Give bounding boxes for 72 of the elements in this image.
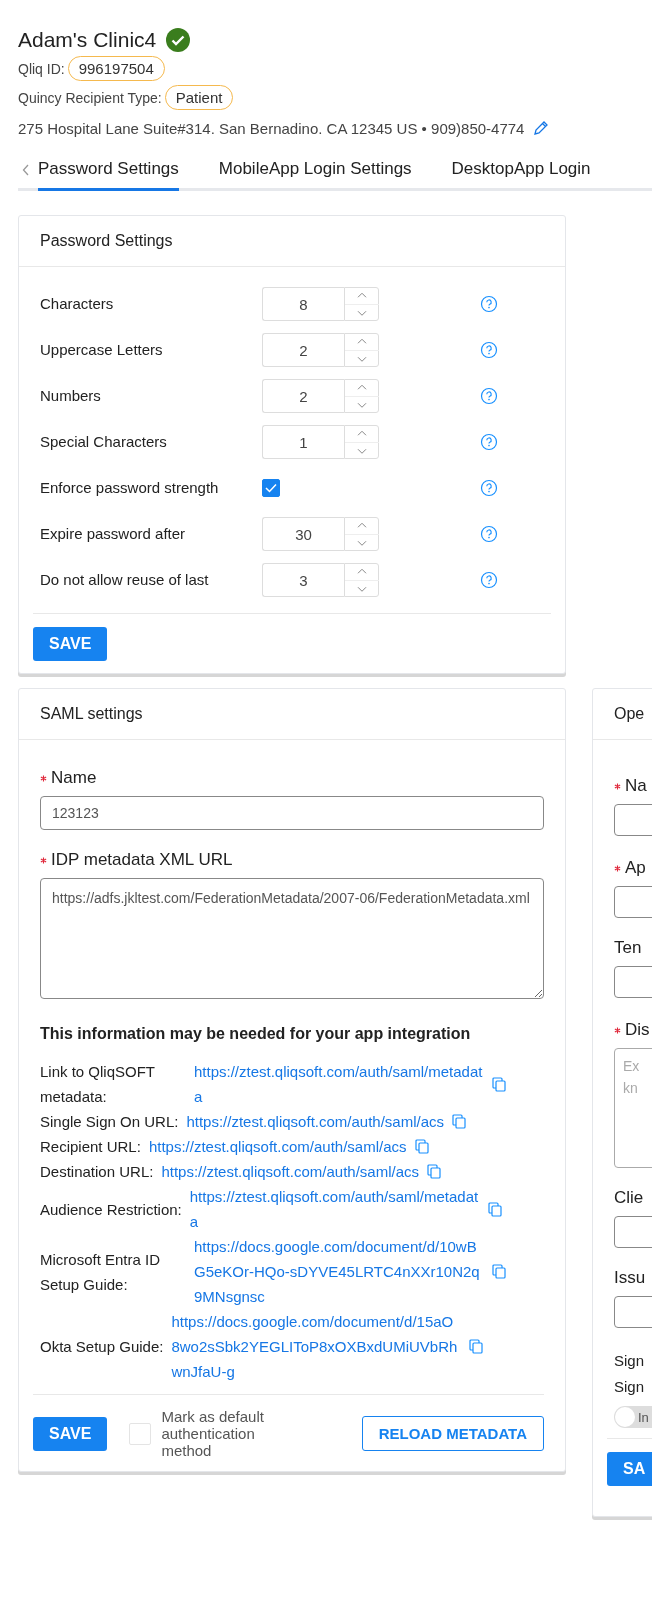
checkmark-icon xyxy=(265,483,277,493)
reload-metadata-button[interactable]: RELOAD METADATA xyxy=(361,1416,544,1451)
field-label: Na xyxy=(625,776,647,796)
number-field[interactable]: 30 xyxy=(262,517,344,551)
save-button[interactable]: SAVE xyxy=(33,627,108,661)
link-label: Okta Setup Guide: xyxy=(40,1337,164,1357)
link-label: Single Sign On URL: xyxy=(40,1112,179,1132)
url-link[interactable]: https://ztest.qliqsoft.com/auth/saml/acs xyxy=(161,1159,419,1184)
field-label: Clie xyxy=(614,1188,644,1208)
tab[interactable]: DesktopApp Login xyxy=(451,151,591,191)
info-heading: This information may be needed for your app integration xyxy=(40,1025,472,1043)
field-label: Issu xyxy=(614,1268,646,1288)
chevron-left-icon[interactable] xyxy=(22,163,30,176)
help-icon[interactable] xyxy=(480,525,498,543)
help-icon[interactable] xyxy=(480,479,498,497)
field-label: IDP metadata XML URL xyxy=(51,850,233,870)
help-icon[interactable] xyxy=(480,571,498,589)
checkbox-label: Mark as default authentication method xyxy=(161,1408,265,1459)
help-icon[interactable] xyxy=(480,341,498,359)
field-label: Dis xyxy=(625,1020,650,1040)
checkbox[interactable] xyxy=(262,479,280,497)
copy-icon[interactable] xyxy=(469,1339,484,1354)
setting-label: Sign xyxy=(614,1351,646,1371)
setting-label: Uppercase Letters xyxy=(40,340,164,360)
copy-icon[interactable] xyxy=(487,1201,502,1217)
field-label: Ten xyxy=(614,938,642,958)
setting-label: Expire password after xyxy=(40,524,187,544)
url-link[interactable]: https://ztest.qliqsoft.com/auth/saml/acs xyxy=(148,1134,407,1159)
help-icon[interactable] xyxy=(480,295,498,313)
number-field[interactable]: 3 xyxy=(262,563,344,597)
url-link[interactable]: https://ztest.qliqsoft.com/auth/saml/acs xyxy=(186,1109,444,1134)
setting-label: Do not allow reuse of last xyxy=(40,570,210,590)
setting-label: Enforce password strength xyxy=(40,478,220,498)
setting-label: Sign xyxy=(614,1377,646,1397)
clinic-title: Adam's Clinic4 xyxy=(18,28,157,52)
copy-icon[interactable] xyxy=(414,1139,429,1154)
link-label: Microsoft Entra ID Setup Guide: xyxy=(40,1249,162,1295)
field-label: Ap xyxy=(625,858,646,878)
help-icon[interactable] xyxy=(480,433,498,451)
url-link[interactable]: https://docs.google.com/document/d/15aO8wo2sSbk2YEGLIToP8xOXBxdUMiUVbRhwnJfaU-g xyxy=(171,1309,462,1384)
metadata-url-field[interactable]: https://adfs.jkltest.com/FederationMetadata/2007-06/FederationMetadata.xml xyxy=(40,878,544,999)
qliq-id-label: Qliq ID: xyxy=(18,60,65,77)
tab[interactable]: MobileApp Login Settings xyxy=(218,151,412,191)
number-field[interactable]: 8 xyxy=(262,287,344,321)
copy-icon[interactable] xyxy=(492,1264,506,1279)
card-title: SAML settings xyxy=(19,689,565,740)
address-text: 275 Hospital Lane Suite#314. San Bernadino. CA 12345 US • 909)850-4774 xyxy=(18,120,525,137)
name-field[interactable]: 123123 xyxy=(40,796,544,830)
setting-label: Characters xyxy=(40,294,115,314)
copy-icon[interactable] xyxy=(452,1114,466,1129)
help-icon[interactable] xyxy=(480,387,498,405)
number-field[interactable]: 1 xyxy=(262,425,344,459)
field-label: Name xyxy=(51,768,97,788)
link-label: Destination URL: xyxy=(40,1162,154,1182)
url-link[interactable]: https://docs.google.com/document/d/10wBG5eKOr-HQo-sDYVE45LRTC4nXXr10N2q9MNsgnsc xyxy=(194,1234,484,1309)
save-button[interactable]: SA xyxy=(607,1452,652,1486)
card-title: Password Settings xyxy=(19,216,565,267)
toggle-switch[interactable]: In xyxy=(614,1406,652,1428)
link-label: Recipient URL: xyxy=(40,1137,141,1157)
edit-icon[interactable] xyxy=(532,120,550,137)
setting-label: Special Characters xyxy=(40,432,168,452)
save-button[interactable]: SAVE xyxy=(33,1416,108,1451)
copy-icon[interactable] xyxy=(492,1076,506,1092)
number-field[interactable]: 2 xyxy=(262,379,344,413)
tab[interactable]: Password Settings xyxy=(38,151,179,191)
setting-label: Numbers xyxy=(40,386,102,406)
card-title: Ope xyxy=(593,689,652,740)
number-field[interactable]: 2 xyxy=(262,333,344,367)
link-label: Link to QliqSOFT metadata: xyxy=(40,1062,156,1107)
link-label: Audience Restriction: xyxy=(40,1199,182,1220)
copy-icon[interactable] xyxy=(427,1164,441,1179)
recipient-type-label: Quincy Recipient Type: xyxy=(18,89,162,106)
